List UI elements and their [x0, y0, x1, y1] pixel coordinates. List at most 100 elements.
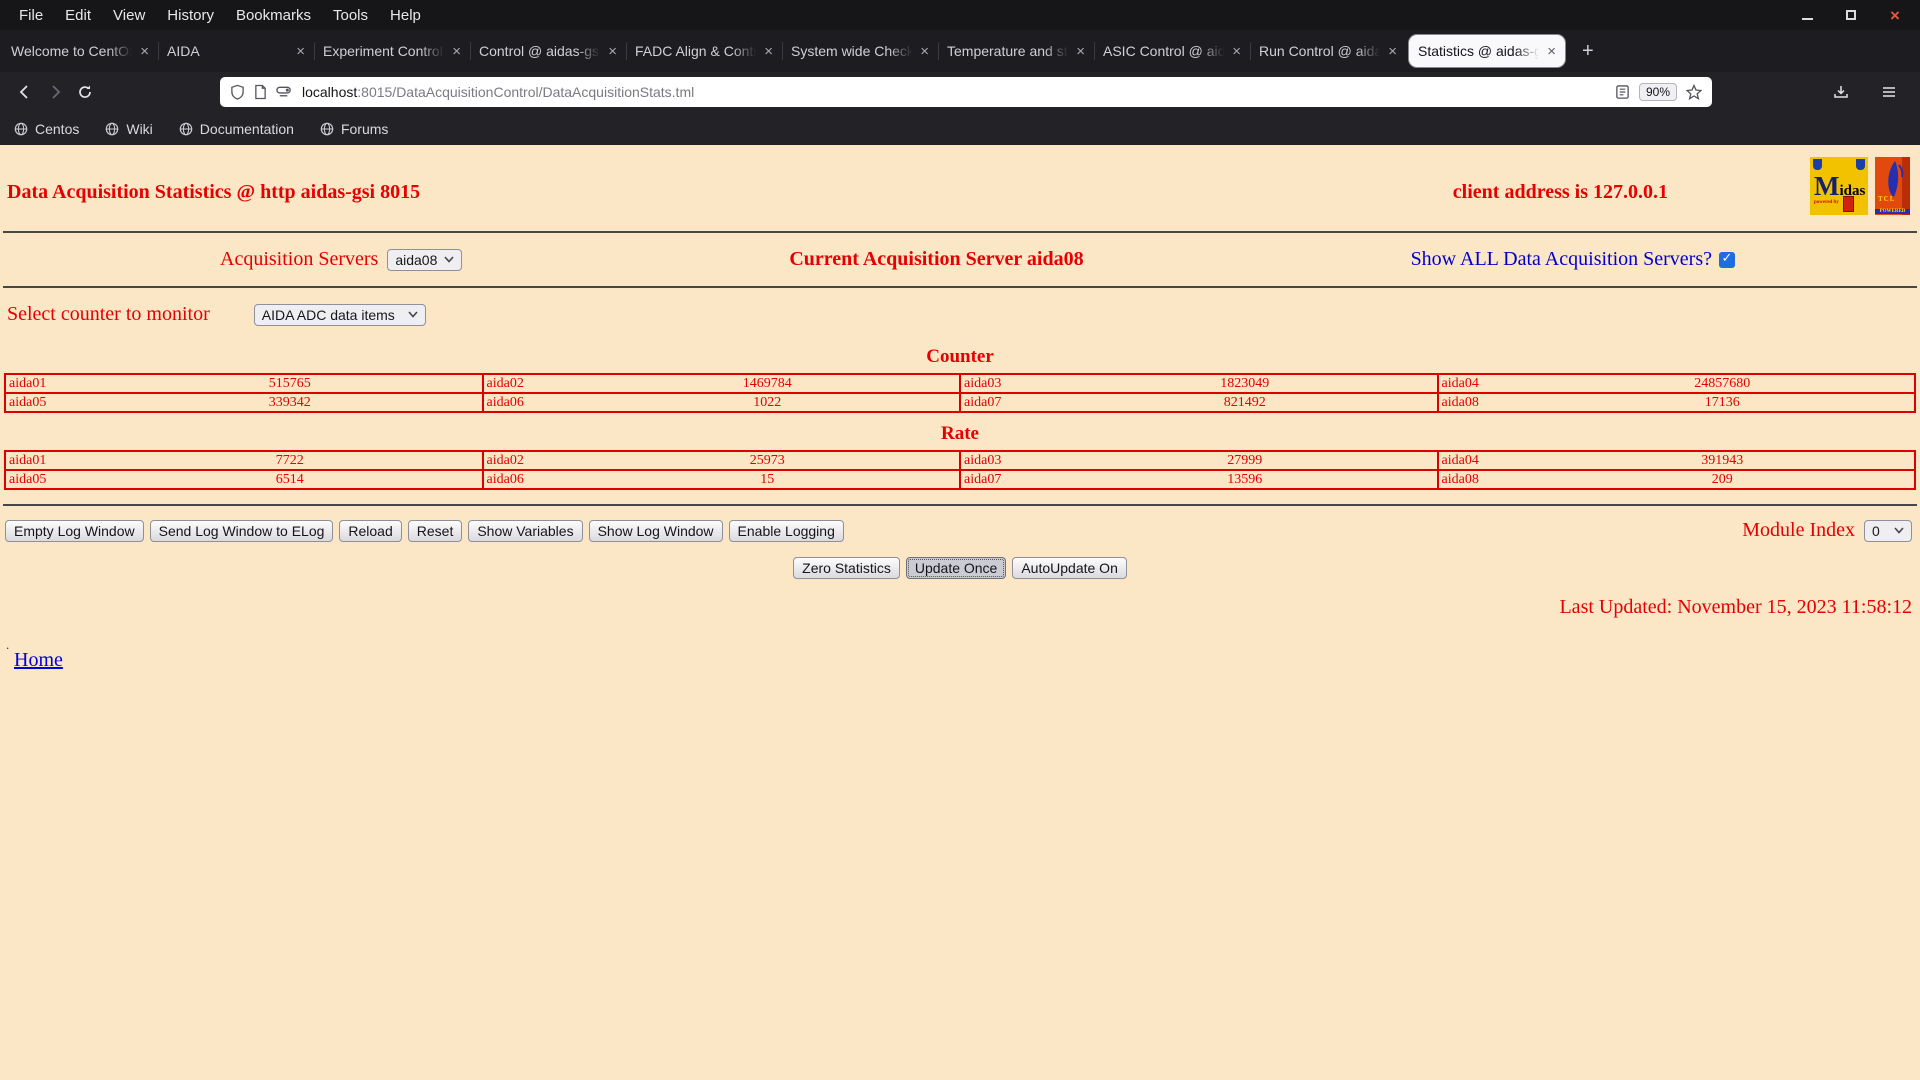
tab-system-wide-checks[interactable]: System wide Checks @× [782, 34, 938, 68]
tab-close-icon[interactable]: × [140, 43, 149, 60]
tab-close-icon[interactable]: × [920, 43, 929, 60]
update-once-button[interactable]: Update Once [906, 557, 1007, 579]
url-bar[interactable]: localhost:8015/DataAcquisitionControl/Da… [220, 77, 1712, 107]
module-index-select[interactable]: 0 [1864, 520, 1912, 542]
counter-type-select[interactable]: AIDA ADC data items [254, 304, 426, 326]
counter-value: 1469784 [576, 375, 960, 392]
bookmark-forums[interactable]: Forums [320, 121, 388, 137]
tab-close-icon[interactable]: × [1232, 43, 1241, 60]
module-index-group: Module Index 0 [1742, 519, 1912, 542]
rate-cell-aida06: aida0615 [484, 471, 962, 488]
tab-asic-control[interactable]: ASIC Control @ aidas-g× [1094, 34, 1250, 68]
tab-close-icon[interactable]: × [1547, 43, 1556, 60]
back-button[interactable] [10, 77, 40, 107]
menu-view[interactable]: View [102, 0, 156, 30]
url-host: localhost [302, 84, 357, 100]
counter-cell-aida06: aida061022 [484, 394, 962, 411]
navigation-toolbar: localhost:8015/DataAcquisitionControl/Da… [0, 72, 1920, 112]
reset-button[interactable]: Reset [408, 520, 463, 542]
server-name: aida05 [6, 394, 98, 411]
server-name: aida04 [1439, 375, 1531, 392]
zero-statistics-button[interactable]: Zero Statistics [793, 557, 900, 579]
menu-help[interactable]: Help [379, 0, 432, 30]
midas-tcl-badge [1843, 196, 1854, 212]
minimize-icon [1802, 18, 1813, 20]
counter-value: 1823049 [1053, 375, 1437, 392]
tab-experiment-control[interactable]: Experiment Control @ ai× [314, 34, 470, 68]
rate-heading: Rate [0, 423, 1920, 445]
send-log-window-to-elog-button[interactable]: Send Log Window to ELog [150, 520, 334, 542]
chevron-down-icon [408, 311, 418, 318]
show-all-servers-group: Show ALL Data Acquisition Servers? [1411, 248, 1735, 271]
server-name: aida08 [1439, 394, 1531, 411]
tcl-logo-text: TCL [1878, 195, 1895, 203]
forward-button[interactable] [40, 77, 70, 107]
permissions-toggle-icon[interactable] [276, 84, 293, 100]
rate-value: 27999 [1053, 452, 1437, 469]
reload-button[interactable]: Reload [339, 520, 401, 542]
site-info-icon[interactable] [254, 84, 267, 100]
menu-file[interactable]: File [8, 0, 54, 30]
globe-icon [320, 122, 334, 136]
zoom-level-badge[interactable]: 90% [1639, 83, 1677, 101]
bookmark-centos[interactable]: Centos [14, 121, 79, 137]
tab-aida[interactable]: AIDA× [158, 34, 314, 68]
shield-icon[interactable] [230, 84, 245, 100]
page-title: Data Acquisition Statistics @ http aidas… [7, 181, 420, 204]
show-all-servers-checkbox[interactable] [1719, 252, 1735, 268]
new-tab-button[interactable]: + [1568, 40, 1608, 63]
last-updated-text: Last Updated: November 15, 2023 11:58:12 [0, 596, 1920, 619]
table-row: aida01515765 aida021469784 aida031823049… [6, 375, 1914, 394]
tab-label: ASIC Control @ aidas-g [1103, 43, 1228, 59]
menu-edit[interactable]: Edit [54, 0, 102, 30]
show-variables-button[interactable]: Show Variables [468, 520, 582, 542]
maximize-button[interactable] [1840, 4, 1862, 26]
home-link[interactable]: Home [14, 649, 63, 672]
save-to-pocket-icon[interactable] [1826, 77, 1856, 107]
counter-table: aida01515765 aida021469784 aida031823049… [4, 373, 1916, 413]
rate-value: 7722 [98, 452, 482, 469]
server-name: aida03 [961, 375, 1053, 392]
tab-welcome-to-centos[interactable]: Welcome to CentOS× [2, 34, 158, 68]
rate-cell-aida05: aida056514 [6, 471, 484, 488]
rate-cell-aida08: aida08209 [1439, 471, 1915, 488]
bookmark-star-icon[interactable] [1686, 84, 1702, 100]
menu-bookmarks[interactable]: Bookmarks [225, 0, 322, 30]
acquisition-servers-group: Acquisition Servers aida08 [220, 248, 462, 271]
minimize-button[interactable] [1796, 4, 1818, 26]
menu-history[interactable]: History [156, 0, 225, 30]
acquisition-server-select[interactable]: aida08 [387, 249, 462, 271]
bookmark-documentation[interactable]: Documentation [179, 121, 294, 137]
show-log-window-button[interactable]: Show Log Window [589, 520, 723, 542]
bookmark-wiki[interactable]: Wiki [105, 121, 152, 137]
tab-fadc-align-control[interactable]: FADC Align & Control @× [626, 34, 782, 68]
counter-cell-aida07: aida07821492 [961, 394, 1439, 411]
tab-control[interactable]: Control @ aidas-gsi× [470, 34, 626, 68]
rate-value: 13596 [1053, 471, 1437, 488]
counter-cell-aida03: aida031823049 [961, 375, 1439, 392]
tab-statistics-active[interactable]: Statistics @ aidas-gsi× [1409, 35, 1565, 67]
tab-run-control[interactable]: Run Control @ aidas-gsi× [1250, 34, 1406, 68]
close-button[interactable]: × [1884, 4, 1906, 26]
tab-close-icon[interactable]: × [1388, 43, 1397, 60]
enable-logging-button[interactable]: Enable Logging [729, 520, 844, 542]
tab-close-icon[interactable]: × [1076, 43, 1085, 60]
rate-cell-aida01: aida017722 [6, 452, 484, 469]
menu-tools[interactable]: Tools [322, 0, 379, 30]
acquisition-servers-row: Acquisition Servers aida08 Current Acqui… [0, 233, 1920, 286]
tab-close-icon[interactable]: × [764, 43, 773, 60]
url-text[interactable]: localhost:8015/DataAcquisitionControl/Da… [302, 84, 1606, 100]
autoupdate-on-button[interactable]: AutoUpdate On [1012, 557, 1127, 579]
empty-log-window-button[interactable]: Empty Log Window [5, 520, 144, 542]
chevron-down-icon [444, 256, 454, 263]
reader-mode-icon[interactable] [1615, 84, 1630, 100]
tab-close-icon[interactable]: × [452, 43, 461, 60]
tab-close-icon[interactable]: × [296, 43, 305, 60]
acquisition-server-select-value: aida08 [395, 252, 437, 268]
tab-close-icon[interactable]: × [608, 43, 617, 60]
hamburger-menu-icon[interactable] [1874, 77, 1904, 107]
module-index-label: Module Index [1742, 519, 1855, 542]
reload-button[interactable] [70, 77, 100, 107]
rate-value: 25973 [576, 452, 960, 469]
tab-temperature-status[interactable]: Temperature and status× [938, 34, 1094, 68]
